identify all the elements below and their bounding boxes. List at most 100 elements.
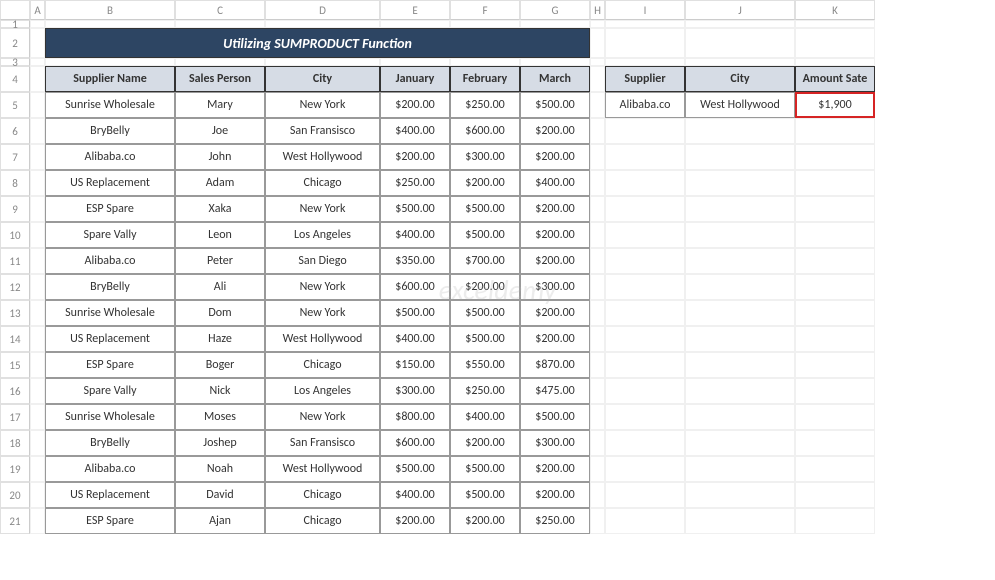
table-cell[interactable]: $150.00	[380, 352, 450, 378]
table-cell[interactable]: $200.00	[520, 326, 590, 352]
table-cell[interactable]: $800.00	[380, 404, 450, 430]
cell[interactable]	[685, 378, 795, 404]
cell[interactable]	[520, 58, 590, 66]
table-cell[interactable]: ESP Spare	[45, 352, 175, 378]
table-cell[interactable]: Sunrise Wholesale	[45, 92, 175, 118]
row-header-4[interactable]: 4	[0, 66, 30, 92]
table-cell[interactable]: $200.00	[520, 118, 590, 144]
cell[interactable]	[605, 118, 685, 144]
table-cell[interactable]: $200.00	[520, 248, 590, 274]
cell[interactable]	[45, 20, 175, 28]
col-header-K[interactable]: K	[795, 0, 875, 20]
cell[interactable]	[685, 326, 795, 352]
cell[interactable]	[685, 118, 795, 144]
table-cell[interactable]: Nick	[175, 378, 265, 404]
cell[interactable]	[590, 196, 605, 222]
cell[interactable]	[30, 456, 45, 482]
table-cell[interactable]: Chicago	[265, 508, 380, 534]
table-cell[interactable]: Leon	[175, 222, 265, 248]
col-header-I[interactable]: I	[605, 0, 685, 20]
cell[interactable]	[685, 274, 795, 300]
cell[interactable]	[605, 430, 685, 456]
cell[interactable]	[590, 20, 605, 28]
row-header-18[interactable]: 18	[0, 430, 30, 456]
table-cell[interactable]: $250.00	[380, 170, 450, 196]
table-cell[interactable]: BryBelly	[45, 118, 175, 144]
table-cell[interactable]: Los Angeles	[265, 222, 380, 248]
cell[interactable]	[590, 482, 605, 508]
row-header-11[interactable]: 11	[0, 248, 30, 274]
cell[interactable]	[605, 378, 685, 404]
cell[interactable]	[590, 28, 605, 58]
cell[interactable]	[590, 66, 605, 92]
table-cell[interactable]: ESP Spare	[45, 508, 175, 534]
table-cell[interactable]: $500.00	[450, 222, 520, 248]
table-cell[interactable]: John	[175, 144, 265, 170]
table-cell[interactable]: David	[175, 482, 265, 508]
row-header-1[interactable]: 1	[0, 20, 30, 28]
cell[interactable]	[685, 352, 795, 378]
table-cell[interactable]: $200.00	[520, 300, 590, 326]
table-cell[interactable]: Sunrise Wholesale	[45, 300, 175, 326]
cell[interactable]	[605, 58, 685, 66]
table-cell[interactable]: $500.00	[450, 196, 520, 222]
table-cell[interactable]: $300.00	[520, 430, 590, 456]
row-header-7[interactable]: 7	[0, 144, 30, 170]
table-cell[interactable]: Spare Vally	[45, 378, 175, 404]
row-header-3[interactable]: 3	[0, 58, 30, 66]
lookup-header[interactable]: Amount Sate	[795, 66, 875, 92]
cell[interactable]	[450, 20, 520, 28]
cell[interactable]	[590, 404, 605, 430]
table-cell[interactable]: West Hollywood	[265, 456, 380, 482]
cell[interactable]	[590, 300, 605, 326]
table-cell[interactable]: Moses	[175, 404, 265, 430]
table-header[interactable]: January	[380, 66, 450, 92]
cell[interactable]	[30, 222, 45, 248]
col-header-G[interactable]: G	[520, 0, 590, 20]
row-header-13[interactable]: 13	[0, 300, 30, 326]
cell[interactable]	[685, 430, 795, 456]
cell[interactable]	[175, 20, 265, 28]
cell[interactable]	[605, 170, 685, 196]
table-cell[interactable]: Alibaba.co	[45, 248, 175, 274]
table-cell[interactable]: $500.00	[380, 300, 450, 326]
table-cell[interactable]: $200.00	[520, 482, 590, 508]
table-cell[interactable]: Chicago	[265, 170, 380, 196]
cell[interactable]	[685, 482, 795, 508]
table-cell[interactable]: $500.00	[380, 456, 450, 482]
cell[interactable]	[685, 456, 795, 482]
table-cell[interactable]: $200.00	[450, 430, 520, 456]
cell[interactable]	[520, 20, 590, 28]
cell[interactable]	[590, 274, 605, 300]
table-header[interactable]: Sales Person	[175, 66, 265, 92]
table-cell[interactable]: Peter	[175, 248, 265, 274]
table-cell[interactable]: $200.00	[380, 144, 450, 170]
table-cell[interactable]: $400.00	[520, 170, 590, 196]
table-cell[interactable]: $200.00	[380, 92, 450, 118]
cell[interactable]	[795, 118, 875, 144]
row-header-14[interactable]: 14	[0, 326, 30, 352]
table-cell[interactable]: $250.00	[450, 378, 520, 404]
table-cell[interactable]: $870.00	[520, 352, 590, 378]
table-cell[interactable]: Joshep	[175, 430, 265, 456]
cell[interactable]	[30, 92, 45, 118]
table-cell[interactable]: ESP Spare	[45, 196, 175, 222]
col-header-F[interactable]: F	[450, 0, 520, 20]
table-cell[interactable]: New York	[265, 196, 380, 222]
table-cell[interactable]: Alibaba.co	[45, 144, 175, 170]
table-cell[interactable]: San Diego	[265, 248, 380, 274]
col-header-B[interactable]: B	[45, 0, 175, 20]
cell[interactable]	[45, 58, 175, 66]
cell[interactable]	[795, 144, 875, 170]
cell[interactable]	[685, 508, 795, 534]
table-cell[interactable]: New York	[265, 92, 380, 118]
cell[interactable]	[685, 144, 795, 170]
table-cell[interactable]: New York	[265, 300, 380, 326]
table-cell[interactable]: Boger	[175, 352, 265, 378]
spreadsheet-grid[interactable]: ABCDEFGHIJK12Utilizing SUMPRODUCT Functi…	[0, 0, 995, 534]
cell[interactable]	[685, 58, 795, 66]
table-cell[interactable]: Alibaba.co	[45, 456, 175, 482]
table-cell[interactable]: San Fransisco	[265, 118, 380, 144]
col-header-C[interactable]: C	[175, 0, 265, 20]
cell[interactable]	[605, 326, 685, 352]
